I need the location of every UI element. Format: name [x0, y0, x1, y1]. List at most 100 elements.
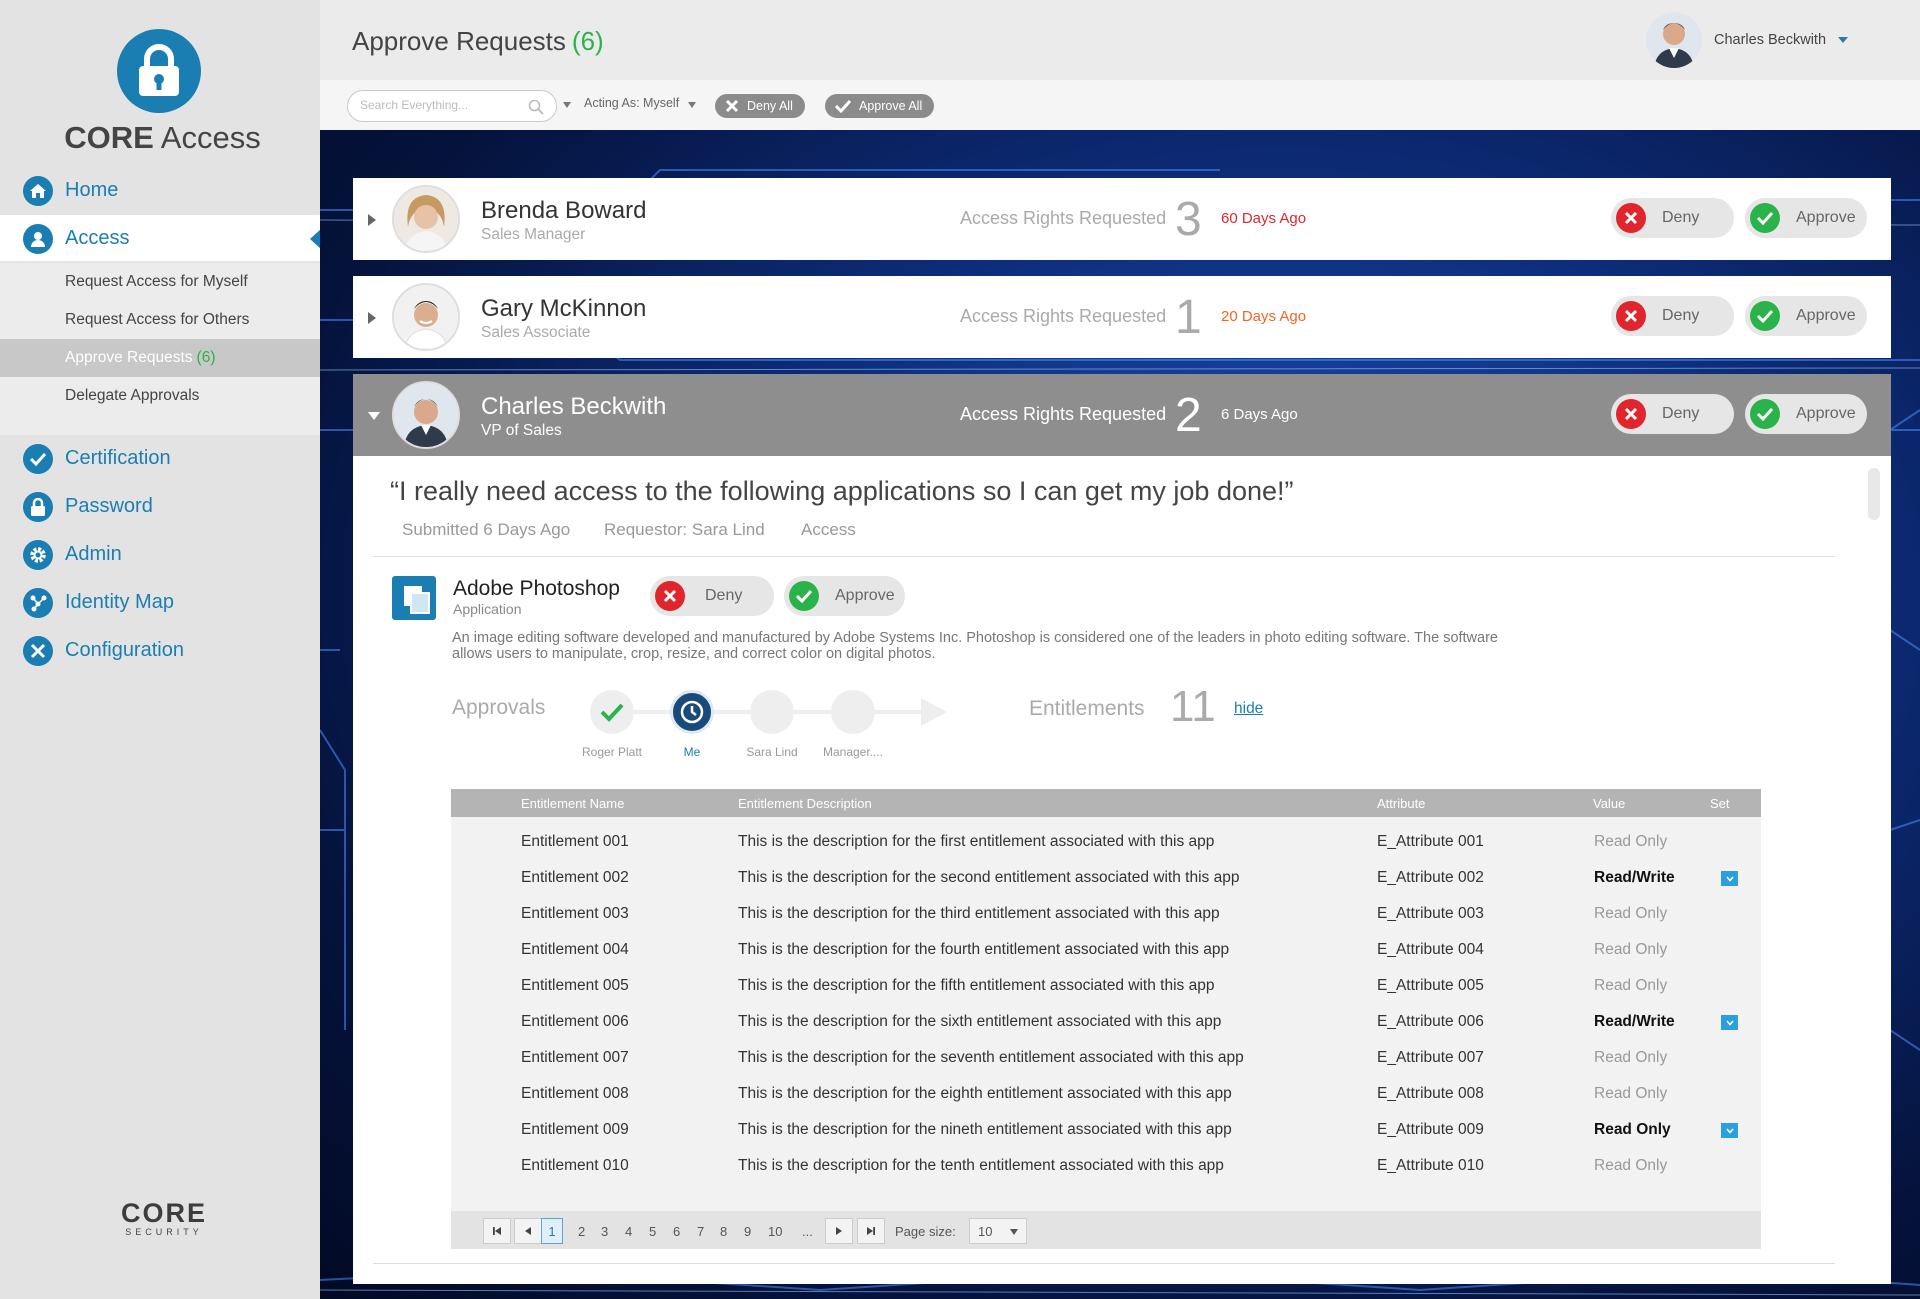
next-page-button[interactable] [825, 1218, 853, 1244]
deny-button[interactable]: Deny [1611, 394, 1734, 434]
column-header[interactable]: Value [1593, 796, 1625, 811]
column-header[interactable]: Set [1710, 796, 1730, 811]
first-page-icon [493, 1227, 501, 1235]
table-row[interactable]: Entitlement 003 This is the description f… [451, 895, 1761, 931]
column-header[interactable]: Entitlement Description [738, 796, 872, 811]
approve-button[interactable]: Approve [1745, 296, 1867, 336]
nav-password-label: Password [65, 494, 153, 517]
request-age: 6 Days Ago [1221, 406, 1298, 423]
page-size-select[interactable]: 10 [969, 1218, 1027, 1244]
approval-step-label: Manager.... [822, 745, 884, 759]
search-icon[interactable] [528, 99, 544, 120]
set-dropdown-icon[interactable] [1721, 1015, 1738, 1030]
entitlement-name: Entitlement 009 [521, 1121, 629, 1138]
table-row[interactable]: Entitlement 010 This is the description f… [451, 1147, 1761, 1183]
first-page-button[interactable] [483, 1218, 511, 1244]
expand-icon[interactable] [368, 312, 376, 324]
page-ellipsis[interactable]: ... [802, 1224, 813, 1239]
expand-icon[interactable] [368, 214, 376, 226]
request-card[interactable]: Gary McKinnon Sales Associate Access Rig… [353, 276, 1891, 358]
approval-step-label: Me [683, 745, 701, 759]
acting-as-select[interactable]: Acting As: Myself [584, 96, 679, 110]
nav-configuration[interactable]: Configuration [0, 627, 320, 673]
entitlement-attribute: E_Attribute 003 [1377, 905, 1484, 922]
page-number[interactable]: 6 [673, 1224, 680, 1239]
avatar [392, 283, 460, 351]
table-row[interactable]: Entitlement 006 This is the description f… [451, 1003, 1761, 1039]
app-name: Adobe Photoshop [453, 577, 620, 600]
approve-label: Approve [1796, 209, 1856, 226]
entitlement-name: Entitlement 005 [521, 977, 629, 994]
page-number[interactable]: 7 [697, 1224, 704, 1239]
last-page-icon [867, 1227, 875, 1235]
nav-identity-map[interactable]: Identity Map [0, 579, 320, 625]
user-menu[interactable]: Charles Beckwith [1646, 12, 1849, 68]
table-row[interactable]: Entitlement 002 This is the description f… [451, 859, 1761, 895]
table-row[interactable]: Entitlement 004 This is the description f… [451, 931, 1761, 967]
deny-all-button[interactable]: Deny All [715, 94, 805, 118]
nav-admin[interactable]: Admin [0, 531, 320, 577]
approve-label: Approve [835, 587, 895, 604]
table-row[interactable]: Entitlement 007 This is the description f… [451, 1039, 1761, 1075]
core-security-logo: CORE SECURITY [120, 1198, 207, 1237]
column-header[interactable]: Attribute [1377, 796, 1425, 811]
subnav-approve-requests[interactable]: Approve Requests (6) [0, 339, 320, 377]
approve-button[interactable]: Approve [1745, 394, 1867, 434]
table-row[interactable]: Entitlement 009 This is the description f… [451, 1111, 1761, 1147]
page-number[interactable]: 3 [601, 1224, 608, 1239]
nav-access[interactable]: Access [0, 215, 322, 261]
page-number[interactable]: 1 [541, 1218, 563, 1244]
request-card-expanded[interactable]: Charles Beckwith VP of Sales Access Righ… [353, 374, 1891, 456]
table-row[interactable]: Entitlement 001 This is the description f… [451, 823, 1761, 859]
table-row[interactable]: Entitlement 008 This is the description f… [451, 1075, 1761, 1111]
lock-icon [23, 492, 53, 522]
page-number[interactable]: 9 [744, 1224, 751, 1239]
pagination: 1 2 3 4 5 6 7 8 9 10... Page size: 10 [451, 1211, 1761, 1249]
nav-certification[interactable]: Certification [0, 435, 320, 481]
subnav-request-myself[interactable]: Request Access for Myself [0, 263, 320, 301]
access-rights-count: 2 [1175, 389, 1202, 442]
search-filter-dropdown[interactable] [563, 102, 571, 108]
nav-home[interactable]: Home [0, 167, 320, 213]
page-number[interactable]: 2 [578, 1224, 585, 1239]
request-justification: “I really need access to the following a… [390, 476, 1294, 506]
page-number[interactable]: 4 [625, 1224, 632, 1239]
set-dropdown-icon[interactable] [1721, 871, 1738, 886]
clock-icon [680, 700, 704, 724]
table-row[interactable]: Entitlement 005 This is the description f… [451, 967, 1761, 1003]
access-rights-label: Access Rights Requested [960, 208, 1167, 228]
set-dropdown-icon[interactable] [1721, 1123, 1738, 1138]
nav-certification-label: Certification [65, 446, 171, 469]
entitlement-attribute: E_Attribute 005 [1377, 977, 1484, 994]
close-icon [1616, 301, 1646, 331]
page-number[interactable]: 8 [720, 1224, 727, 1239]
collapse-icon[interactable] [368, 412, 380, 420]
column-header[interactable]: Entitlement Name [521, 796, 624, 811]
page-number[interactable]: 10 [768, 1224, 782, 1239]
chevron-down-icon[interactable] [688, 102, 696, 108]
approve-all-button[interactable]: Approve All [825, 94, 935, 118]
close-icon [1616, 399, 1646, 429]
avatar [392, 185, 460, 253]
entitlement-attribute: E_Attribute 006 [1377, 1013, 1484, 1030]
request-card[interactable]: Brenda Boward Sales Manager Access Right… [353, 178, 1891, 260]
deny-label: Deny [1662, 307, 1700, 324]
deny-button[interactable]: Deny [1611, 198, 1734, 238]
scrollbar-thumb[interactable] [1868, 468, 1880, 520]
application-icon [392, 576, 436, 620]
approve-button[interactable]: Approve [1745, 198, 1867, 238]
approvals-label: Approvals [452, 696, 546, 719]
subnav-delegate-approvals[interactable]: Delegate Approvals [0, 377, 320, 415]
page-number[interactable]: 5 [649, 1224, 656, 1239]
subnav-request-others[interactable]: Request Access for Others [0, 301, 320, 339]
last-page-button[interactable] [857, 1218, 885, 1244]
access-rights-count: 1 [1175, 291, 1202, 344]
nav-password[interactable]: Password [0, 483, 320, 529]
app-approve-button[interactable]: Approve [784, 576, 905, 616]
prev-page-button[interactable] [514, 1218, 542, 1244]
search-input[interactable] [360, 98, 520, 112]
app-deny-button[interactable]: Deny [650, 576, 774, 616]
hide-link[interactable]: hide [1234, 700, 1263, 718]
deny-button[interactable]: Deny [1611, 296, 1734, 336]
deny-label: Deny [1662, 405, 1700, 422]
